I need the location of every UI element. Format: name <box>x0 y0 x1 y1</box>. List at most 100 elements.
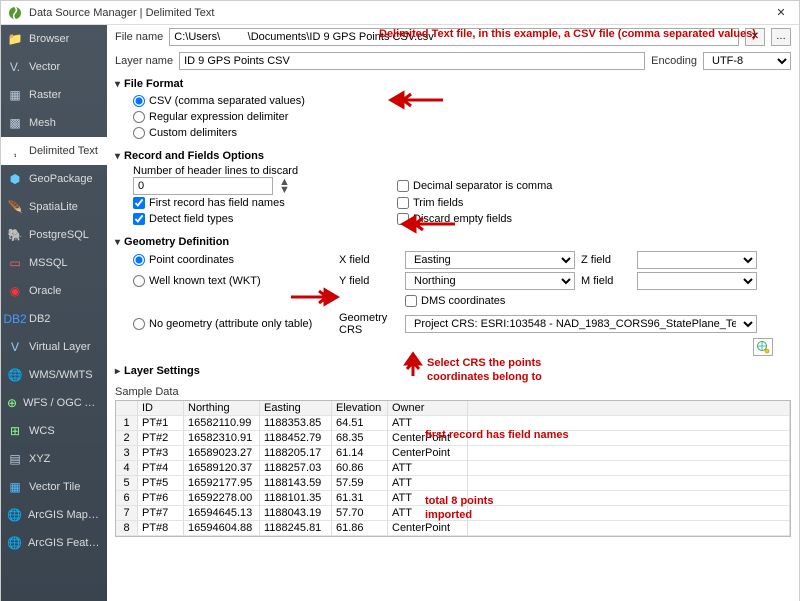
encoding-label: Encoding <box>651 55 697 67</box>
table-row[interactable]: 8PT#816594604.881188245.8161.86CenterPoi… <box>116 521 790 536</box>
x-field-select[interactable]: Easting <box>405 251 575 269</box>
sidebar-item-raster[interactable]: ▦Raster <box>1 81 107 109</box>
titlebar: Data Source Manager | Delimited Text ✕ <box>1 1 799 25</box>
radio-regex[interactable] <box>133 111 145 123</box>
header-lines-input[interactable] <box>133 177 273 195</box>
table-header <box>116 401 138 416</box>
sidebar-item-label: GeoPackage <box>29 173 93 185</box>
m-field-label: M field <box>581 275 631 287</box>
sidebar-item-browser[interactable]: 📁 Browser <box>1 25 107 53</box>
sidebar-icon: ▩ <box>7 115 23 131</box>
table-header: Easting <box>260 401 332 416</box>
table-row[interactable]: 6PT#616592278.001188101.3561.31ATT <box>116 491 790 506</box>
sidebar-item-wfs-ogc-api-features[interactable]: ⊕ WFS / OGC API - Features <box>1 389 107 417</box>
section-file-format[interactable]: File Format <box>115 75 791 93</box>
table-row[interactable]: 2PT#216582310.911188452.7968.35CenterPoi… <box>116 431 790 446</box>
chk-first-record[interactable] <box>133 197 145 209</box>
app-icon <box>7 5 23 21</box>
section-layer-settings[interactable]: Layer Settings <box>115 362 791 380</box>
y-field-select[interactable]: Northing <box>405 272 575 290</box>
sample-data-label: Sample Data <box>115 386 791 398</box>
sidebar-item-label: Vector Tile <box>29 481 80 493</box>
sidebar-item-arcgis-map-service[interactable]: 🌐 ArcGIS Map Service <box>1 501 107 529</box>
sidebar-icon: 📁 <box>7 31 23 47</box>
file-name-input[interactable] <box>169 28 739 46</box>
sidebar-item-label: ArcGIS Feature Service <box>28 537 101 549</box>
sidebar-icon: ▦ <box>7 479 23 495</box>
m-field-select[interactable] <box>637 272 757 290</box>
y-field-label: Y field <box>339 275 399 287</box>
sidebar-item-postgresql[interactable]: 🐘PostgreSQL <box>1 221 107 249</box>
chk-detect-types[interactable] <box>133 213 145 225</box>
radio-point-coords[interactable] <box>133 254 145 266</box>
sidebar-item-geopackage[interactable]: ⬢ GeoPackage <box>1 165 107 193</box>
chk-trim-fields[interactable] <box>397 197 409 209</box>
sidebar-item-vector[interactable]: V.Vector <box>1 53 107 81</box>
chk-dms[interactable] <box>405 295 417 307</box>
section-geometry[interactable]: Geometry Definition <box>115 233 791 251</box>
sidebar-icon: ⬢ <box>7 171 23 187</box>
sidebar-item-wms-wmts[interactable]: 🌐WMS/WMTS <box>1 361 107 389</box>
radio-wkt[interactable] <box>133 275 145 287</box>
chk-decimal-comma[interactable] <box>397 180 409 192</box>
sidebar-item-label: ArcGIS Map Service <box>28 509 101 521</box>
z-field-select[interactable] <box>637 251 757 269</box>
table-row[interactable]: 5PT#516592177.951188143.5957.59ATT <box>116 476 790 491</box>
sidebar-item-arcgis-feature-service[interactable]: 🌐 ArcGIS Feature Service <box>1 529 107 557</box>
file-clear-button[interactable]: ✕ <box>745 28 765 46</box>
radio-csv[interactable] <box>133 95 145 107</box>
sidebar-item-mssql[interactable]: ▭MSSQL <box>1 249 107 277</box>
sidebar-item-label: Mesh <box>29 117 56 129</box>
sidebar-item-mesh[interactable]: ▩ Mesh <box>1 109 107 137</box>
sidebar-item-label: Oracle <box>29 285 61 297</box>
sidebar-item-label: Virtual Layer <box>29 341 91 353</box>
sidebar-item-xyz[interactable]: ▤XYZ <box>1 445 107 473</box>
layer-name-label: Layer name <box>115 55 173 67</box>
crs-label: Geometry CRS <box>339 312 399 336</box>
radio-custom[interactable] <box>133 127 145 139</box>
sidebar-icon: ⊕ <box>7 395 17 411</box>
sidebar-item-db2[interactable]: DB2DB2 <box>1 305 107 333</box>
sidebar-item-label: Browser <box>29 33 69 45</box>
sidebar-icon: 🌐 <box>7 535 22 551</box>
sidebar-item-label: Delimited Text <box>29 145 98 157</box>
sidebar-item-label: DB2 <box>29 313 50 325</box>
sidebar-icon: ▭ <box>7 255 23 271</box>
source-sidebar: 📁 Browser V.Vector▦Raster ▩ Meshٜ,Delimited … <box>1 25 107 601</box>
sidebar-icon: 🪶 <box>7 199 23 215</box>
sidebar-item-delimited-text[interactable]: ٜ,Delimited Text <box>1 137 107 165</box>
sidebar-icon: 🌐 <box>7 507 22 523</box>
table-header: ID <box>138 401 184 416</box>
table-row[interactable]: 1PT#116582110.991188353.8564.51ATT <box>116 416 790 431</box>
sidebar-item-vector-tile[interactable]: ▦ Vector Tile <box>1 473 107 501</box>
encoding-select[interactable]: UTF-8 <box>703 52 791 70</box>
section-record-fields[interactable]: Record and Fields Options <box>115 147 791 165</box>
table-header: Northing <box>184 401 260 416</box>
sidebar-item-virtual-layer[interactable]: VVirtual Layer <box>1 333 107 361</box>
table-row[interactable]: 3PT#316589023.271188205.1761.14CenterPoi… <box>116 446 790 461</box>
sidebar-item-oracle[interactable]: ◉ Oracle <box>1 277 107 305</box>
chk-discard-empty[interactable] <box>397 213 409 225</box>
table-header <box>468 401 790 416</box>
x-field-label: X field <box>339 254 399 266</box>
sidebar-icon: ⊞ <box>7 423 23 439</box>
table-row[interactable]: 7PT#716594645.131188043.1957.70ATT <box>116 506 790 521</box>
table-header: Owner <box>388 401 468 416</box>
sidebar-item-spatialite[interactable]: 🪶SpatiaLite <box>1 193 107 221</box>
file-browse-button[interactable]: … <box>771 28 791 46</box>
sidebar-item-wcs[interactable]: ⊞WCS <box>1 417 107 445</box>
window-close-button[interactable]: ✕ <box>769 6 793 19</box>
sidebar-item-label: WFS / OGC API - Features <box>23 397 101 409</box>
table-header: Elevation <box>332 401 388 416</box>
file-name-label: File name <box>115 31 163 43</box>
radio-no-geometry[interactable] <box>133 318 145 330</box>
crs-select[interactable]: Project CRS: ESRI:103548 - NAD_1983_CORS… <box>405 315 757 333</box>
layer-name-input[interactable] <box>179 52 645 70</box>
radio-regex-label: Regular expression delimiter <box>149 111 288 123</box>
header-lines-label: Number of header lines to discard <box>133 165 298 177</box>
table-row[interactable]: 4PT#416589120.371188257.0360.86ATT <box>116 461 790 476</box>
sidebar-icon: ◉ <box>7 283 23 299</box>
crs-picker-button[interactable] <box>753 338 773 356</box>
sidebar-icon: V. <box>7 59 23 75</box>
sidebar-icon: ▤ <box>7 451 23 467</box>
